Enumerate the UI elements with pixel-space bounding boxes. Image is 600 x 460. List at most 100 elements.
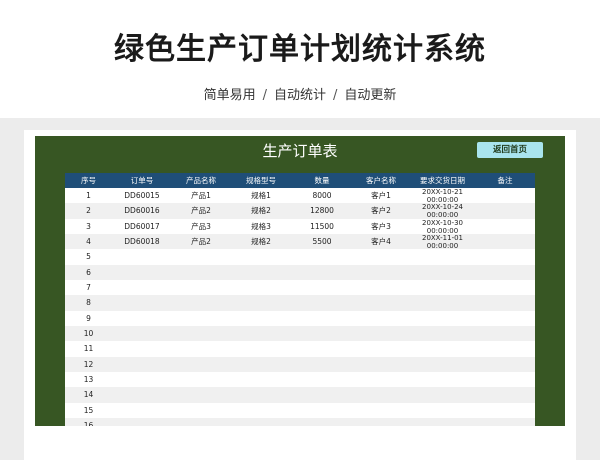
table-cell[interactable] <box>292 387 352 402</box>
table-cell[interactable] <box>292 249 352 264</box>
table-cell[interactable] <box>230 403 292 418</box>
table-cell[interactable] <box>352 265 410 280</box>
table-cell[interactable]: 4 <box>65 234 112 249</box>
table-cell[interactable] <box>352 326 410 341</box>
table-cell[interactable] <box>410 326 475 341</box>
table-cell[interactable]: 9 <box>65 311 112 326</box>
table-cell[interactable] <box>475 188 535 203</box>
table-cell[interactable] <box>475 326 535 341</box>
table-cell[interactable]: 7 <box>65 280 112 295</box>
table-cell[interactable]: 客户1 <box>352 188 410 203</box>
table-cell[interactable] <box>230 295 292 310</box>
table-cell[interactable] <box>112 403 172 418</box>
table-cell[interactable] <box>112 357 172 372</box>
table-cell[interactable]: 客户3 <box>352 219 410 234</box>
table-cell[interactable] <box>352 357 410 372</box>
table-cell[interactable] <box>172 357 230 372</box>
table-cell[interactable] <box>475 295 535 310</box>
table-cell[interactable]: DD60017 <box>112 219 172 234</box>
table-cell[interactable] <box>292 403 352 418</box>
table-cell[interactable]: 客户4 <box>352 234 410 249</box>
table-cell[interactable]: 12800 <box>292 203 352 218</box>
table-cell[interactable] <box>172 372 230 387</box>
table-cell[interactable] <box>352 280 410 295</box>
table-row[interactable]: 11 <box>65 341 535 357</box>
table-cell[interactable] <box>172 249 230 264</box>
table-cell[interactable] <box>230 249 292 264</box>
table-cell[interactable]: 规格2 <box>230 203 292 218</box>
table-cell[interactable]: 20XX-10-21 00:00:00 <box>410 188 475 203</box>
table-cell[interactable] <box>292 265 352 280</box>
table-cell[interactable]: DD60018 <box>112 234 172 249</box>
table-row[interactable]: 4 DD60018 产品2 规格2 5500 客户4 20XX-11-01 00:00:00 <box>65 234 535 250</box>
table-cell[interactable] <box>292 326 352 341</box>
table-cell[interactable] <box>172 295 230 310</box>
table-cell[interactable] <box>475 341 535 356</box>
table-cell[interactable] <box>410 295 475 310</box>
table-cell[interactable]: 产品1 <box>172 188 230 203</box>
table-cell[interactable] <box>292 341 352 356</box>
table-cell[interactable]: DD60016 <box>112 203 172 218</box>
table-cell[interactable] <box>475 418 535 426</box>
table-cell[interactable]: 14 <box>65 387 112 402</box>
table-cell[interactable] <box>172 280 230 295</box>
table-cell[interactable] <box>352 418 410 426</box>
table-cell[interactable]: 20XX-10-24 00:00:00 <box>410 203 475 218</box>
table-cell[interactable] <box>292 280 352 295</box>
table-cell[interactable] <box>410 280 475 295</box>
table-cell[interactable] <box>112 280 172 295</box>
table-cell[interactable]: 产品2 <box>172 203 230 218</box>
table-cell[interactable] <box>112 326 172 341</box>
table-cell[interactable]: 20XX-11-01 00:00:00 <box>410 234 475 249</box>
table-cell[interactable]: 11500 <box>292 219 352 234</box>
table-cell[interactable]: DD60015 <box>112 188 172 203</box>
table-cell[interactable] <box>475 265 535 280</box>
table-row[interactable]: 3 DD60017 产品3 规格3 11500 客户3 20XX-10-30 00:00:0… <box>65 218 535 235</box>
table-cell[interactable] <box>112 295 172 310</box>
table-cell[interactable] <box>112 387 172 402</box>
table-cell[interactable] <box>352 372 410 387</box>
table-cell[interactable]: 20XX-10-30 00:00:00 <box>410 219 475 234</box>
table-cell[interactable] <box>230 357 292 372</box>
table-cell[interactable] <box>475 311 535 326</box>
table-cell[interactable] <box>475 403 535 418</box>
table-cell[interactable]: 6 <box>65 265 112 280</box>
table-cell[interactable] <box>410 357 475 372</box>
table-cell[interactable]: 产品2 <box>172 234 230 249</box>
table-cell[interactable] <box>230 265 292 280</box>
table-cell[interactable] <box>475 249 535 264</box>
table-cell[interactable] <box>112 249 172 264</box>
table-cell[interactable]: 8000 <box>292 188 352 203</box>
table-cell[interactable]: 13 <box>65 372 112 387</box>
table-row[interactable]: 13 <box>65 372 535 388</box>
table-row[interactable]: 12 <box>65 356 535 373</box>
table-cell[interactable] <box>292 372 352 387</box>
table-cell[interactable] <box>352 403 410 418</box>
table-row[interactable]: 10 <box>65 326 535 342</box>
table-cell[interactable] <box>230 341 292 356</box>
table-cell[interactable] <box>112 372 172 387</box>
table-cell[interactable] <box>475 219 535 234</box>
table-cell[interactable] <box>475 357 535 372</box>
table-cell[interactable] <box>475 372 535 387</box>
table-cell[interactable] <box>112 311 172 326</box>
table-cell[interactable] <box>410 311 475 326</box>
table-cell[interactable] <box>352 295 410 310</box>
table-cell[interactable] <box>172 403 230 418</box>
table-cell[interactable]: 5500 <box>292 234 352 249</box>
table-row[interactable]: 2 DD60016 产品2 规格2 12800 客户2 20XX-10-24 00:00:0… <box>65 203 535 219</box>
table-cell[interactable] <box>112 418 172 426</box>
table-cell[interactable] <box>352 311 410 326</box>
table-cell[interactable] <box>352 341 410 356</box>
table-cell[interactable] <box>292 357 352 372</box>
table-cell[interactable] <box>230 372 292 387</box>
table-cell[interactable] <box>230 326 292 341</box>
table-cell[interactable]: 8 <box>65 295 112 310</box>
table-cell[interactable] <box>292 295 352 310</box>
table-cell[interactable]: 1 <box>65 188 112 203</box>
table-cell[interactable] <box>475 280 535 295</box>
table-cell[interactable] <box>410 265 475 280</box>
table-row[interactable]: 7 <box>65 280 535 296</box>
table-cell[interactable] <box>410 403 475 418</box>
table-row[interactable]: 15 <box>65 402 535 419</box>
